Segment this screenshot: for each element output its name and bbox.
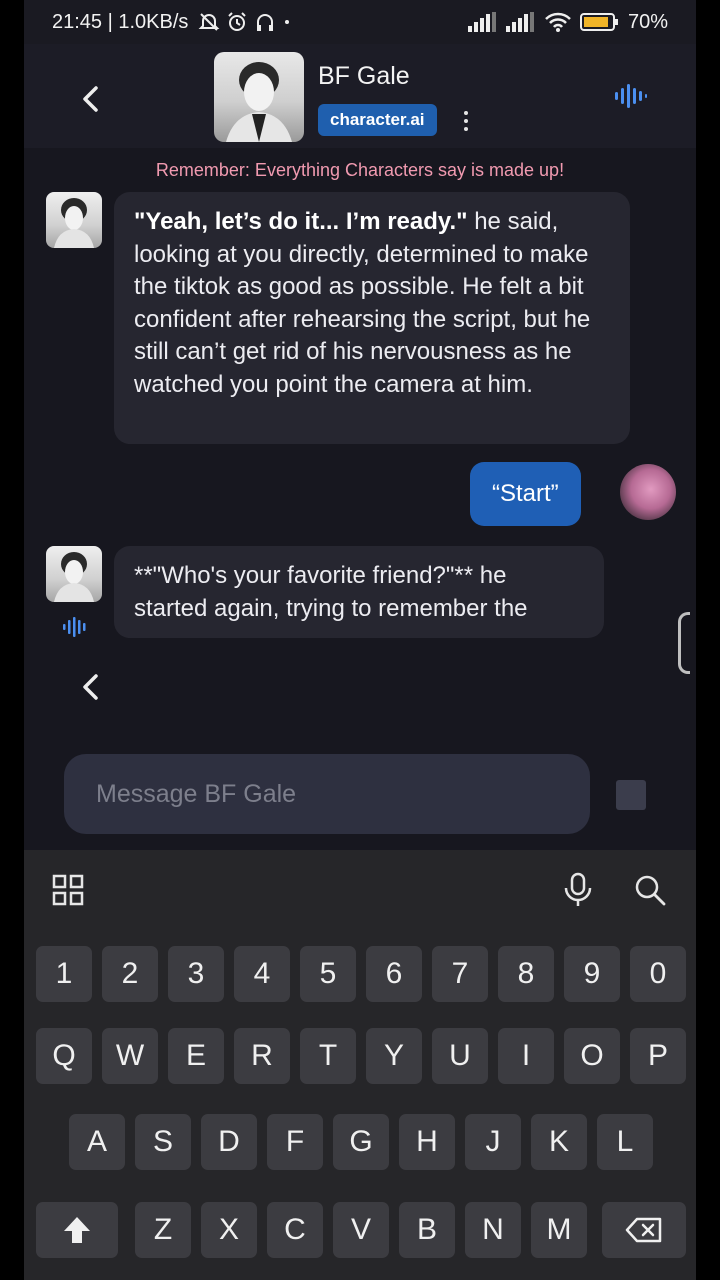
key-2[interactable]: 2 [102,946,158,1002]
send-button[interactable] [616,780,646,810]
avatar-portrait [54,198,94,248]
signal-icon [467,12,496,32]
alarm-icon [228,12,247,31]
key-z[interactable]: Z [135,1202,191,1258]
character-avatar[interactable] [214,52,304,142]
key-b[interactable]: B [399,1202,455,1258]
alarm-off-icon [198,13,220,31]
character-message: **"Who's your favorite friend?"** he sta… [114,546,604,638]
message-text: **"Who's your favorite friend?"** he sta… [134,562,528,622]
chat-header: BF Gale character.ai [24,44,696,148]
keyboard: 1 2 3 4 5 6 7 8 9 0 Q W E R T Y U I O P … [24,850,696,1280]
voice-icon[interactable] [614,82,648,110]
key-q[interactable]: Q [36,1028,92,1084]
key-4[interactable]: 4 [234,946,290,1002]
key-c[interactable]: C [267,1202,323,1258]
backspace-icon [625,1217,662,1243]
chat-screen: BF Gale character.ai Remember: Everythin… [24,44,696,850]
signal-icon [505,12,534,32]
avatar-portrait [54,552,94,602]
avatar-portrait [226,62,292,142]
previous-reply-button[interactable] [76,672,106,702]
status-bar: 21:45 | 1.0KB/s 70% [24,0,696,44]
key-j[interactable]: J [465,1114,521,1170]
brand-badge: character.ai [318,104,437,136]
search-icon[interactable] [634,874,666,906]
key-e[interactable]: E [168,1028,224,1084]
battery-icon [579,13,618,31]
battery-level: 70% [627,10,668,33]
dot-icon [285,20,290,24]
key-a[interactable]: A [69,1114,125,1170]
play-voice-icon[interactable] [62,616,90,638]
scroll-handle[interactable] [678,612,690,674]
backspace-key[interactable] [602,1202,686,1258]
key-d[interactable]: D [201,1114,257,1170]
key-f[interactable]: F [267,1114,323,1170]
key-s[interactable]: S [135,1114,191,1170]
user-avatar[interactable] [620,464,676,520]
key-l[interactable]: L [597,1114,653,1170]
message-input[interactable] [96,779,590,809]
key-v[interactable]: V [333,1202,389,1258]
key-h[interactable]: H [399,1114,455,1170]
message-text: he said, looking at you directly, determ… [134,208,591,398]
key-0[interactable]: 0 [630,946,686,1002]
key-m[interactable]: M [531,1202,587,1258]
key-w[interactable]: W [102,1028,158,1084]
key-3[interactable]: 3 [168,946,224,1002]
more-options-button[interactable] [458,106,474,136]
grid-icon[interactable] [52,874,84,906]
key-o[interactable]: O [564,1028,620,1084]
key-9[interactable]: 9 [564,946,620,1002]
key-y[interactable]: Y [366,1028,422,1084]
key-5[interactable]: 5 [300,946,356,1002]
wifi-icon [545,12,571,32]
key-k[interactable]: K [531,1114,587,1170]
keyboard-toolbar [24,850,696,934]
key-8[interactable]: 8 [498,946,554,1002]
character-message: "Yeah, let’s do it... I’m ready." he sai… [114,192,630,444]
key-6[interactable]: 6 [366,946,422,1002]
key-g[interactable]: G [333,1114,389,1170]
shift-icon [64,1217,90,1243]
key-1[interactable]: 1 [36,946,92,1002]
key-t[interactable]: T [300,1028,356,1084]
user-message: “Start” [470,462,581,526]
key-n[interactable]: N [465,1202,521,1258]
message-avatar[interactable] [46,546,102,602]
message-composer[interactable] [64,754,590,834]
message-bold-text: "Yeah, let’s do it... I’m ready." [134,208,468,235]
key-7[interactable]: 7 [432,946,488,1002]
key-u[interactable]: U [432,1028,488,1084]
key-x[interactable]: X [201,1202,257,1258]
key-i[interactable]: I [498,1028,554,1084]
mic-icon[interactable] [562,872,594,908]
headphones-icon [257,14,274,31]
disclaimer-notice: Remember: Everything Characters say is m… [155,160,565,180]
key-p[interactable]: P [630,1028,686,1084]
character-name: BF Gale [318,62,410,90]
status-time: 21:45 | 1.0KB/s [52,10,189,33]
shift-key[interactable] [36,1202,118,1258]
key-r[interactable]: R [234,1028,290,1084]
message-avatar[interactable] [46,192,102,248]
back-button[interactable] [76,84,106,114]
